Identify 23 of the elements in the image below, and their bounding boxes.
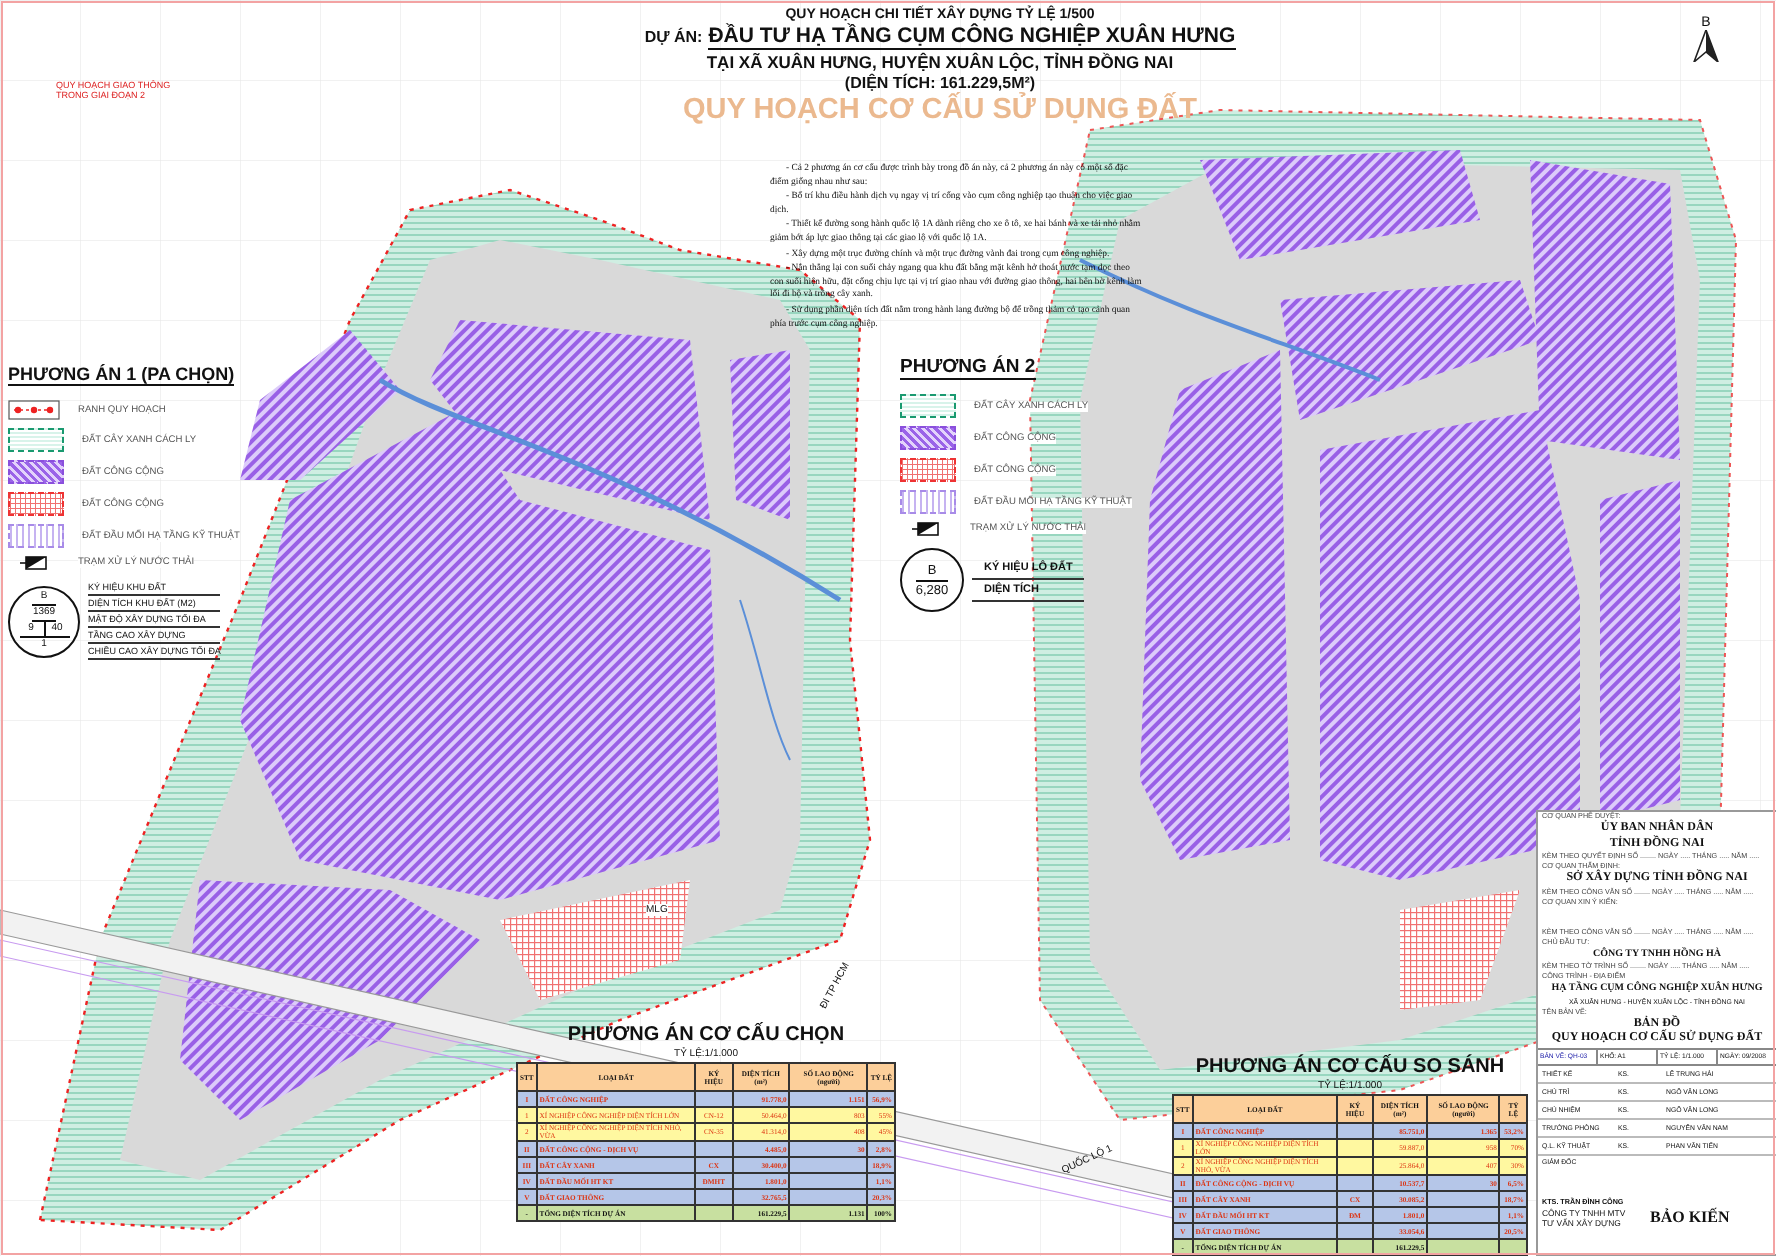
project-location: TẠI XÃ XUÂN HƯNG, HUYỆN XUÂN LỘC, TỈNH ĐỒNG NAI bbox=[706, 52, 1174, 72]
legend-title: PHƯƠNG ÁN 1 (PA CHỌN) bbox=[8, 364, 235, 386]
crosshatch-swatch bbox=[8, 492, 64, 516]
buffer-strip-swatch bbox=[900, 394, 956, 418]
hatched-swatch bbox=[8, 460, 64, 484]
striped-swatch bbox=[900, 490, 956, 514]
treatment-station-icon bbox=[912, 522, 940, 536]
project-label: DỰ ÁN: bbox=[644, 28, 703, 46]
striped-swatch bbox=[8, 524, 64, 548]
table-title: PHƯƠNG ÁN CƠ CẤU CHỌN bbox=[567, 1024, 845, 1046]
boundary-swatch bbox=[8, 400, 60, 420]
north-arrow-icon bbox=[1692, 30, 1720, 62]
map-title: QUY HOẠCH CƠ CẤU SỬ DỤNG ĐẤT bbox=[683, 94, 1197, 126]
buffer-strip-swatch bbox=[8, 428, 64, 452]
project-area: (DIỆN TÍCH: 161.229,5M²) bbox=[844, 74, 1036, 92]
project-name: ĐẦU TƯ HẠ TẦNG CỤM CÔNG NGHIỆP XUÂN HƯNG bbox=[708, 24, 1236, 50]
legend-title: PHƯƠNG ÁN 2 bbox=[900, 356, 1036, 380]
company-signature: BẢO KIẾN bbox=[1650, 1208, 1730, 1226]
treatment-station-icon bbox=[20, 556, 48, 570]
table-title: PHƯƠNG ÁN CƠ CẤU SO SÁNH bbox=[1195, 1056, 1505, 1078]
crosshatch-swatch bbox=[900, 458, 956, 482]
public-lot bbox=[1400, 890, 1520, 1010]
hatched-swatch bbox=[900, 426, 956, 450]
